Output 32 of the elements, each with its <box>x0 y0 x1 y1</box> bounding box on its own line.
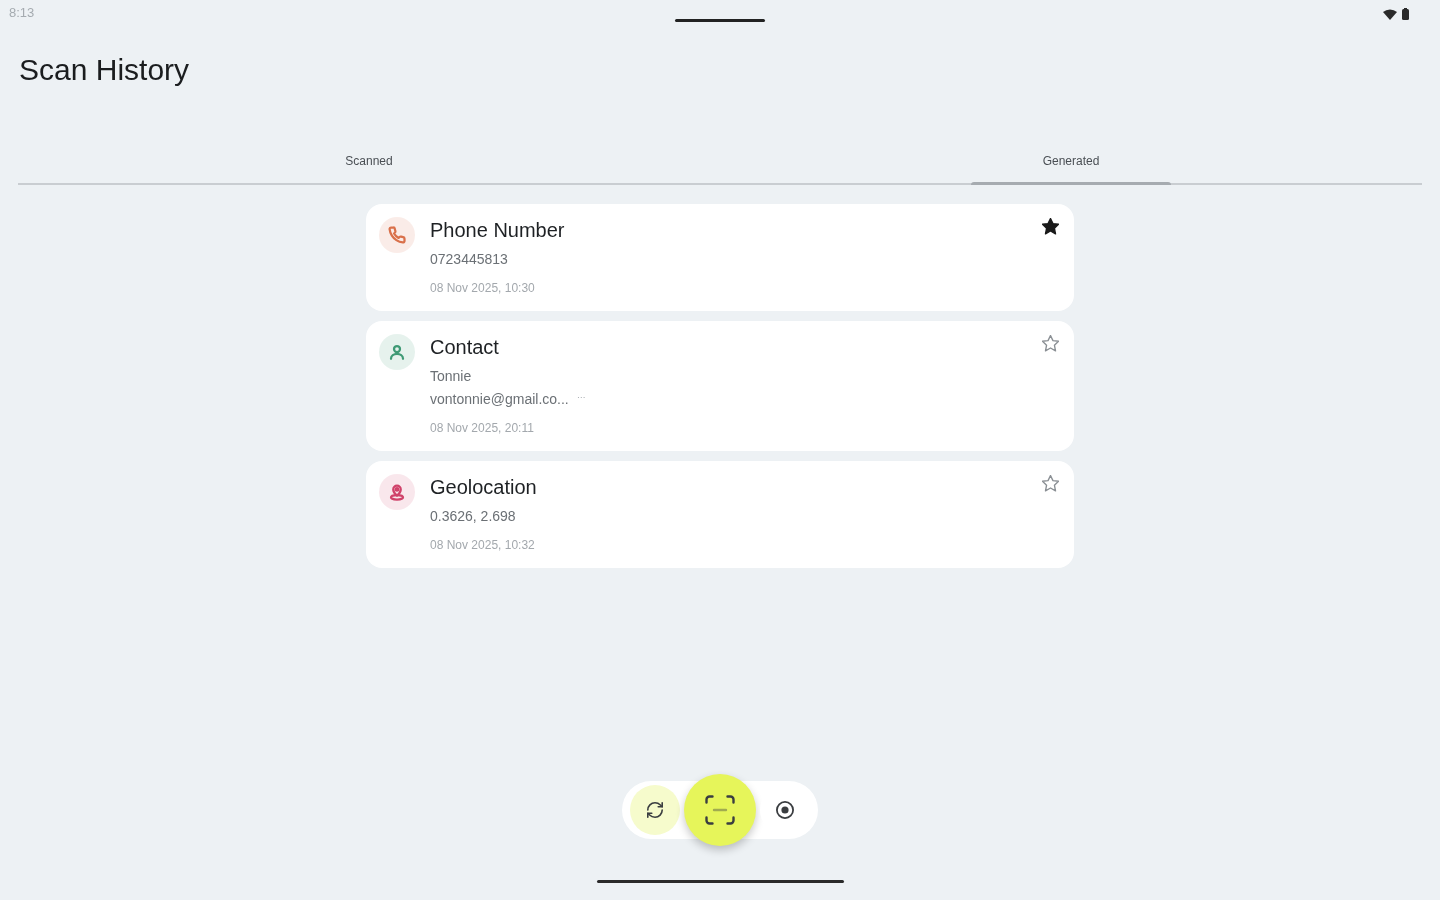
card-title: Geolocation <box>430 475 537 500</box>
star-icon[interactable] <box>1042 335 1059 352</box>
person-icon <box>379 334 415 370</box>
card-date: 08 Nov 2025, 10:32 <box>430 537 535 554</box>
phone-icon <box>379 217 415 253</box>
nav-button[interactable] <box>630 785 680 835</box>
status-time: 8:13 <box>9 4 35 22</box>
circle-dot-icon <box>776 801 794 819</box>
history-card[interactable]: Contact Tonnie vontonnie@gmail.co... … 08 Nov 2025, 20:11 <box>366 321 1074 451</box>
tab[interactable]: Generated <box>971 139 1171 183</box>
overflow-mark: … <box>576 389 586 401</box>
star-icon[interactable] <box>1042 218 1059 235</box>
card-value: Tonnie <box>430 367 472 386</box>
wifi-icon <box>1383 8 1397 20</box>
drag-handle[interactable] <box>675 19 765 22</box>
page-title: Scan History <box>19 52 190 88</box>
card-title: Phone Number <box>430 218 565 243</box>
pin-icon <box>379 474 415 510</box>
sync-icon <box>647 802 663 818</box>
card-title: Contact <box>430 335 499 360</box>
card-value: vontonnie@gmail.co... <box>430 390 569 409</box>
card-date: 08 Nov 2025, 20:11 <box>430 420 534 437</box>
scan-button[interactable] <box>684 774 756 846</box>
history-card[interactable]: Geolocation 0.3626, 2.698 08 Nov 2025, 10:32 <box>366 461 1074 568</box>
card-value: 0723445813 <box>430 250 508 269</box>
card-value: 0.3626, 2.698 <box>430 507 516 526</box>
scan-icon <box>705 795 735 825</box>
tab[interactable]: Scanned <box>269 139 469 183</box>
card-date: 08 Nov 2025, 10:30 <box>430 280 535 297</box>
history-card[interactable]: Phone Number 0723445813 08 Nov 2025, 10:30 <box>366 204 1074 311</box>
star-icon[interactable] <box>1042 475 1059 492</box>
battery-icon <box>1402 8 1409 20</box>
